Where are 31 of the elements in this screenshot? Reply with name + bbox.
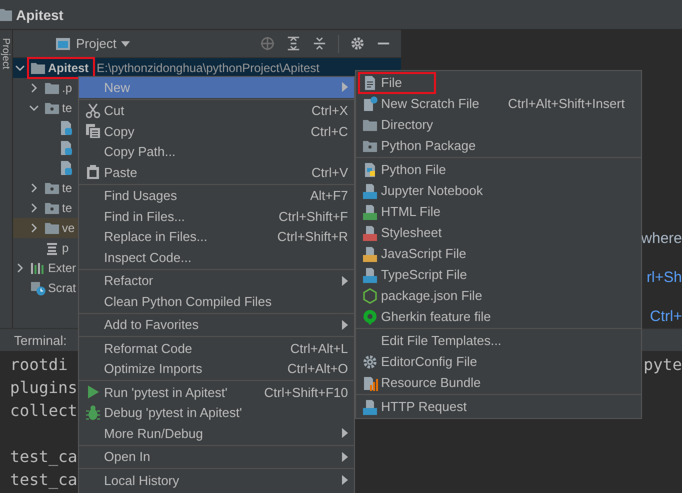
tree-item-label: te — [62, 181, 72, 195]
tree-item-label: .p — [62, 81, 72, 95]
shortcut-text: Ctrl+C — [310, 124, 348, 139]
terminal-line: plugins — [10, 378, 78, 397]
shortcut-text: Ctrl+V — [312, 164, 348, 180]
tree-item-label: ve — [62, 221, 75, 235]
shortcut-text: Ctrl+X — [312, 103, 348, 118]
editor-text: where — [641, 229, 682, 249]
tree-item-label: p — [62, 241, 69, 255]
tree-item-label: te — [62, 101, 72, 115]
terminal-title: Terminal: — [14, 332, 67, 348]
terminal-line: test_ca — [10, 447, 78, 466]
tree-item-label: Scrat — [48, 281, 76, 295]
tree-item-label: Exter — [48, 261, 76, 275]
terminal-line: test_ca — [10, 470, 78, 489]
terminal-line: pyte — [643, 355, 682, 374]
shortcut-text: Ctrl+Shift+R — [277, 229, 348, 244]
shortcut-text: Ctrl+Shift+F — [278, 208, 348, 224]
shortcut-text: Ctrl+Alt+O — [287, 361, 348, 376]
editor-text: Ctrl+ — [650, 307, 682, 327]
tree-item-label: Apitest — [48, 61, 89, 75]
editor-text: rl+Sh — [646, 268, 682, 288]
tree-item-label: te — [62, 201, 72, 215]
shortcut-text: Ctrl+Shift+F10 — [264, 384, 348, 400]
terminal-line: rootdi — [10, 355, 68, 374]
shortcut-text: Ctrl+Alt+L — [290, 340, 348, 356]
terminal-line: collect — [10, 401, 78, 420]
shortcut-text: Alt+F7 — [310, 188, 348, 204]
window-title: Apitest — [16, 6, 64, 22]
shortcut-text: Ctrl+Alt+Shift+Insert — [508, 96, 625, 111]
path-text: E:\pythonzidonghua\pythonProject\Apitest — [96, 62, 320, 74]
